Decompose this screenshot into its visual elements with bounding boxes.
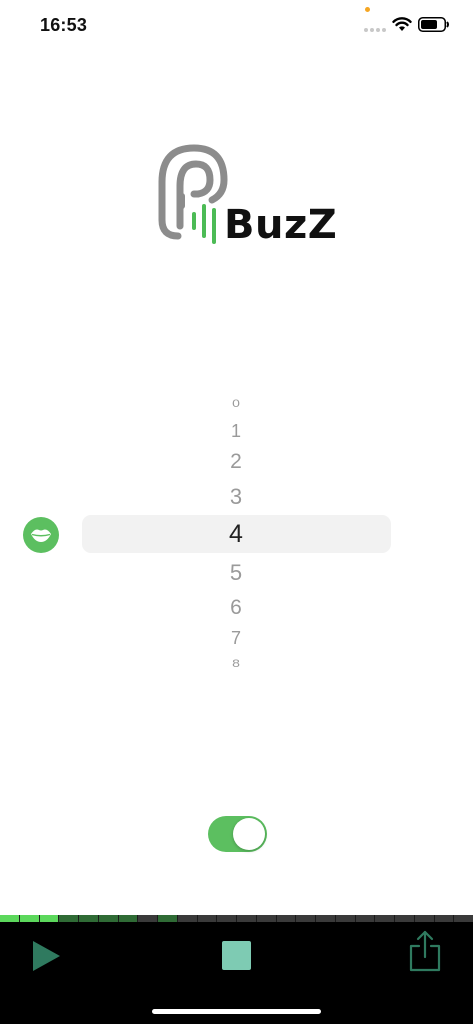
meter-segment [237,915,256,922]
meter-segment [158,915,177,922]
microphone-indicator-dot [365,7,370,12]
picker-option[interactable]: 3 [186,484,286,510]
picker-option[interactable]: 2 [186,450,286,474]
home-indicator[interactable] [152,1009,321,1014]
meter-segment [19,915,39,922]
toggle-knob [233,818,265,850]
logo-text: BuzZ [224,202,338,248]
picker-option[interactable]: 7 [186,628,286,649]
meter-segment [256,915,276,922]
meter-segment [414,915,434,922]
picker-option[interactable]: 8 [186,657,286,670]
status-time: 16:53 [40,15,88,35]
wifi-icon [392,17,412,31]
meter-segment [335,915,355,922]
enable-toggle[interactable] [208,816,267,852]
meter-segment [98,915,118,922]
cellular-signal-icon [364,28,386,34]
picker-option[interactable]: 1 [186,421,286,442]
meter-segment [217,915,236,922]
meter-segment [316,915,335,922]
lips-icon [31,529,51,542]
meter-segment [177,915,197,922]
app-logo: BuzZ [156,142,337,248]
picker-option[interactable]: 0 [186,397,286,410]
meter-segment [276,915,296,922]
meter-segment [296,915,315,922]
stop-button[interactable] [222,941,251,970]
share-button[interactable] [408,930,442,972]
meter-segment [0,915,19,922]
meter-segment [197,915,217,922]
picker-option[interactable]: 6 [186,596,286,620]
meter-segment [138,915,157,922]
status-bar: 16:53 [0,0,473,52]
play-button[interactable] [30,940,62,972]
battery-icon [418,17,449,32]
meter-segment [434,915,454,922]
lips-button[interactable] [23,517,59,553]
level-meter [0,915,473,922]
meter-segment [79,915,98,922]
meter-segment [454,915,473,922]
meter-segment [395,915,414,922]
picker-option-selected[interactable]: 4 [186,520,286,549]
meter-segment [355,915,375,922]
picker-option[interactable]: 5 [186,560,286,586]
meter-segment [59,915,78,922]
meter-segment [375,915,394,922]
share-icon [409,930,441,972]
meter-segment [39,915,59,922]
play-icon [33,941,60,971]
meter-segment [118,915,138,922]
